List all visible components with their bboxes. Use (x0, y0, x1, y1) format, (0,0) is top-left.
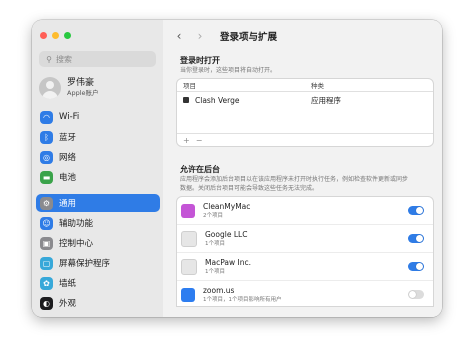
column-kind: 种类 (311, 82, 324, 90)
background-section-title: 允许在后台 (180, 165, 220, 174)
search-icon: ⚲ (46, 54, 52, 64)
background-items-list: CleanMyMac 2个项目 Google LLC 1个项目 MacPaw Inc. 1… (176, 196, 434, 307)
table-header: 项目 种类 (177, 79, 433, 92)
display-icon: ▭ (40, 316, 53, 317)
sidebar-item-label: 控制中心 (59, 239, 94, 249)
item-subtitle: 1个项目 (205, 268, 225, 275)
sidebar-item-appearance[interactable]: ◐ 外观 (36, 294, 160, 312)
account-subtitle: Apple账户 (67, 89, 99, 97)
background-section-subtitle-1: 应用程序会添加后台项目以在该应用程序未打开时执行任务，例如检查软件更新或同步 (180, 176, 409, 183)
wallpaper-icon: ✿ (40, 276, 53, 290)
column-item: 项目 (183, 82, 196, 90)
zoom-icon (181, 287, 195, 302)
settings-window: ⚲ 搜索 罗伟豪 Apple账户 ◠ Wi-Fi ᛒ 蓝牙 ◎ 网络 ▬ 电池 ⚙ 通用 ☺ 辅助功能… (32, 20, 442, 317)
wifi-icon: ◠ (40, 110, 53, 124)
sidebar-nav: ◠ Wi-Fi ᛒ 蓝牙 ◎ 网络 ▬ 电池 ⚙ 通用 ☺ 辅助功能 ▣ 控制中心 ▢ 屏幕保护程序 ✿ 墙纸 ◐ 外… (36, 108, 160, 317)
search-placeholder: 搜索 (56, 54, 72, 64)
sidebar-item-screensaver[interactable]: ▢ 屏幕保护程序 (36, 254, 160, 272)
page-title: 登录项与扩展 (220, 32, 278, 43)
sidebar-item-label: 通用 (59, 199, 77, 209)
sidebar-item-gear[interactable]: ⚙ 通用 (36, 194, 160, 212)
sidebar-item-label: 蓝牙 (59, 133, 77, 143)
item-name: MacPaw Inc. (205, 257, 251, 267)
list-item: Google LLC 1个项目 (177, 225, 433, 253)
sidebar-item-label: Wi-Fi (59, 112, 80, 122)
sidebar-item-wifi[interactable]: ◠ Wi-Fi (36, 108, 160, 126)
remove-button[interactable]: − (190, 136, 203, 145)
item-subtitle: 1个项目 (205, 240, 225, 247)
toggle-switch[interactable] (408, 206, 424, 215)
globe-icon: ◎ (40, 150, 53, 164)
row-kind: 应用程序 (311, 95, 341, 105)
sidebar-item-accessibility[interactable]: ☺ 辅助功能 (36, 214, 160, 232)
login-items-table: 项目 种类 Clash Verge 应用程序 + − (176, 78, 434, 147)
item-name: zoom.us (203, 285, 235, 295)
traffic-lights (40, 32, 71, 39)
google-app-icon (181, 230, 197, 247)
sidebar-item-control-center[interactable]: ▣ 控制中心 (36, 234, 160, 252)
forward-button[interactable]: › (192, 29, 208, 43)
sidebar-item-battery[interactable]: ▬ 电池 (36, 168, 160, 186)
sidebar-item-display[interactable]: ▭显示器 (36, 314, 160, 317)
login-section-subtitle: 当你登录时，这些项目将自动打开。 (180, 67, 277, 74)
table-row[interactable]: Clash Verge 应用程序 (177, 92, 433, 108)
table-footer: + − (177, 133, 433, 146)
list-item: CleanMyMac 2个项目 (177, 197, 433, 225)
screensaver-icon: ▢ (40, 256, 53, 270)
search-input[interactable]: ⚲ 搜索 (39, 51, 156, 67)
gear-icon: ⚙ (40, 196, 53, 210)
sidebar-item-label: 屏幕保护程序 (59, 259, 111, 269)
avatar (39, 77, 61, 99)
item-name: CleanMyMac (203, 201, 251, 211)
sidebar-item-label: 辅助功能 (59, 219, 94, 229)
apple-account[interactable]: 罗伟豪 Apple账户 (39, 75, 159, 101)
main-pane: ‹ › 登录项与扩展 登录时打开 当你登录时，这些项目将自动打开。 项目 种类 … (163, 20, 442, 317)
appearance-icon: ◐ (40, 296, 53, 310)
item-subtitle: 2个项目 (203, 212, 223, 219)
battery-icon: ▬ (40, 170, 53, 184)
background-section-subtitle-2: 数据。关闭后台项目可能会导致这些任务无法完成。 (180, 185, 319, 192)
login-section-title: 登录时打开 (180, 56, 220, 65)
row-name: Clash Verge (195, 95, 240, 105)
zoom-button[interactable] (64, 32, 71, 39)
clash-verge-icon (183, 97, 189, 103)
sidebar-item-label: 网络 (59, 153, 77, 163)
minimize-button[interactable] (52, 32, 59, 39)
sidebar-item-label: 外观 (59, 299, 77, 309)
toolbar: ‹ › 登录项与扩展 (163, 20, 442, 52)
cleanmymac-icon (181, 203, 195, 218)
sidebar-item-wallpaper[interactable]: ✿ 墙纸 (36, 274, 160, 292)
item-name: Google LLC (205, 229, 248, 239)
list-item: zoom.us 1个项目，1个项目影响所有用户 (177, 281, 433, 306)
accessibility-icon: ☺ (40, 216, 53, 230)
back-button[interactable]: ‹ (171, 29, 187, 43)
item-subtitle: 1个项目，1个项目影响所有用户 (203, 296, 282, 303)
add-button[interactable]: + (177, 136, 190, 145)
toggle-switch[interactable] (408, 234, 424, 243)
sidebar-item-globe[interactable]: ◎ 网络 (36, 148, 160, 166)
sidebar-item-label: 墙纸 (59, 279, 77, 289)
list-item: MacPaw Inc. 1个项目 (177, 253, 433, 281)
control-center-icon: ▣ (40, 236, 53, 250)
close-button[interactable] (40, 32, 47, 39)
macpaw-app-icon (181, 258, 197, 275)
bluetooth-icon: ᛒ (40, 130, 53, 144)
toggle-switch[interactable] (408, 290, 424, 299)
sidebar-item-label: 电池 (59, 173, 77, 183)
toggle-switch[interactable] (408, 262, 424, 271)
sidebar-item-bluetooth[interactable]: ᛒ 蓝牙 (36, 128, 160, 146)
account-name: 罗伟豪 (67, 78, 95, 88)
sidebar: ⚲ 搜索 罗伟豪 Apple账户 ◠ Wi-Fi ᛒ 蓝牙 ◎ 网络 ▬ 电池 ⚙ 通用 ☺ 辅助功能… (32, 20, 163, 317)
